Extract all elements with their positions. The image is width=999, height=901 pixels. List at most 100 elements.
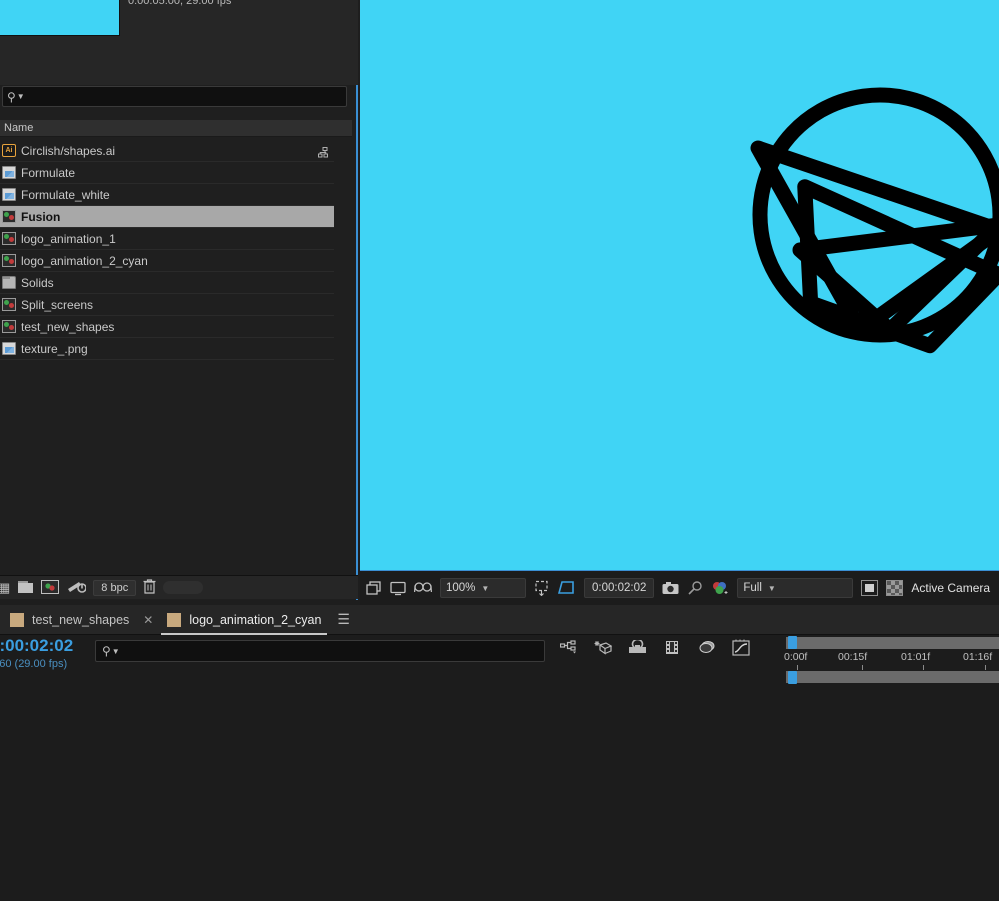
- list-item-label: texture_.png: [21, 341, 88, 356]
- composition-swatch-icon: [167, 612, 182, 627]
- show-snapshot-icon[interactable]: [687, 581, 703, 595]
- toggle-alpha-icon[interactable]: [886, 580, 904, 596]
- list-item-label: Formulate_white: [21, 187, 110, 202]
- composition-icon: [2, 320, 16, 333]
- list-item-label: logo_animation_2_cyan: [21, 253, 148, 268]
- hide-shy-layers-icon[interactable]: [628, 640, 647, 655]
- new-folder-icon[interactable]: [17, 580, 34, 596]
- ruler-label: 0:00f: [784, 651, 808, 663]
- project-panel-footer: ▦ 8 bpc: [0, 575, 358, 599]
- after-effects-window: 0:00:05:00, 29.00 fps ⚲ ▼ Name Ai Circli…: [0, 0, 999, 901]
- list-item-label: Fusion: [21, 209, 61, 224]
- ruler-label: 01:16f: [963, 651, 993, 663]
- list-item[interactable]: Ai Circlish/shapes.ai: [0, 140, 334, 162]
- list-item[interactable]: texture_.png: [0, 338, 334, 360]
- composition-icon: [2, 232, 16, 245]
- project-settings-icon[interactable]: [41, 579, 60, 596]
- mask-visibility-icon[interactable]: [861, 580, 879, 596]
- list-item[interactable]: test_new_shapes: [0, 316, 334, 338]
- resolution-select[interactable]: Full ▼: [737, 578, 854, 598]
- list-item[interactable]: Split_screens: [0, 294, 334, 316]
- tab-label: test_new_shapes: [32, 612, 130, 627]
- project-search-input[interactable]: ⚲ ▼: [2, 86, 347, 107]
- channel-icon[interactable]: [711, 581, 729, 596]
- tab-label: logo_animation_2_cyan: [189, 612, 322, 627]
- bit-depth-button[interactable]: 8 bpc: [93, 579, 137, 596]
- close-icon[interactable]: ✕: [139, 613, 157, 627]
- project-panel-gap: [0, 48, 358, 85]
- project-panel: 0:00:05:00, 29.00 fps ⚲ ▼ Name Ai Circli…: [0, 0, 358, 600]
- list-item-label: Formulate: [21, 165, 76, 180]
- magnification-value: 100%: [446, 582, 476, 594]
- graph-editor-icon[interactable]: [732, 639, 750, 656]
- composition-icon: [2, 210, 16, 223]
- draft-3d-icon[interactable]: [594, 640, 612, 656]
- search-icon: ⚲: [102, 644, 111, 658]
- current-time-indicator-head-2[interactable]: [788, 671, 797, 684]
- snapshot-icon[interactable]: [662, 581, 679, 595]
- project-item-list: Ai Circlish/shapes.ai Formulate Formulat…: [0, 140, 334, 367]
- project-preview-strip: 0:00:05:00, 29.00 fps: [0, 0, 358, 48]
- list-item[interactable]: logo_animation_2_cyan: [0, 250, 334, 272]
- ruler-label: 01:01f: [901, 651, 931, 663]
- composition-icon: [2, 254, 16, 267]
- chevron-down-icon: ▼: [767, 583, 776, 593]
- project-thumbnail: [0, 0, 120, 36]
- current-time-indicator-head[interactable]: [788, 636, 797, 649]
- list-item-label: Circlish/shapes.ai: [21, 143, 116, 158]
- folder-icon: [2, 276, 16, 289]
- current-timecode[interactable]: 0:00:02:02: [0, 636, 73, 656]
- project-column-name-label: Name: [4, 122, 34, 134]
- timeline-tab-bar: test_new_shapes ✕ logo_animation_2_cyan …: [0, 605, 999, 635]
- list-item-label: Split_screens: [21, 297, 94, 312]
- composition-viewer[interactable]: [360, 0, 999, 570]
- list-item-label: Solids: [21, 275, 54, 290]
- list-item-selected[interactable]: Fusion: [0, 206, 334, 228]
- magnification-select[interactable]: 100% ▼: [440, 578, 526, 598]
- transparency-grid-icon[interactable]: [558, 580, 576, 596]
- timeline-ruler[interactable]: 0:00f 00:15f 01:01f 01:16f: [784, 635, 999, 684]
- composition-mini-flowchart-icon[interactable]: [560, 640, 578, 655]
- 3d-glasses-icon[interactable]: [414, 581, 432, 595]
- tab-logo-animation-2-cyan[interactable]: logo_animation_2_cyan: [157, 605, 331, 635]
- image-file-icon: [2, 342, 16, 355]
- delete-icon[interactable]: [143, 579, 156, 596]
- chevron-down-icon: ▼: [481, 583, 490, 593]
- composition-icon: [2, 298, 16, 311]
- ruler-track-top[interactable]: [786, 637, 999, 649]
- list-item-label: logo_animation_1: [21, 231, 116, 246]
- ruler-track-bottom[interactable]: [786, 671, 999, 683]
- project-footer-pill[interactable]: [163, 581, 204, 594]
- always-preview-icon[interactable]: [366, 580, 382, 596]
- image-file-icon: [2, 166, 16, 179]
- timeline-search-input[interactable]: ⚲ ▼: [95, 640, 545, 662]
- new-comp-icon[interactable]: ▦: [0, 581, 10, 594]
- top-area: 0:00:05:00, 29.00 fps ⚲ ▼ Name Ai Circli…: [0, 0, 999, 605]
- list-item[interactable]: logo_animation_1: [0, 228, 334, 250]
- resolution-value: Full: [743, 582, 762, 594]
- timeline-panel: test_new_shapes ✕ logo_animation_2_cyan …: [0, 605, 999, 901]
- camera-view-label[interactable]: Active Camera: [911, 581, 990, 595]
- motion-blur-icon[interactable]: [697, 640, 716, 655]
- timeline-tool-icons: [560, 639, 750, 656]
- frame-blending-icon[interactable]: [663, 640, 681, 656]
- ruler-label: 00:15f: [838, 651, 868, 663]
- ai-file-icon: Ai: [2, 144, 16, 157]
- composition-artwork: [750, 87, 999, 354]
- panel-menu-icon[interactable]: ☰: [331, 611, 356, 628]
- composition-viewer-toolbar: 100% ▼ 0:00:02:02 Full ▼ Active Camera: [360, 570, 999, 605]
- tab-test-new-shapes[interactable]: test_new_shapes: [0, 605, 139, 635]
- ruler-ticks: [786, 665, 999, 670]
- monitor-icon[interactable]: [390, 581, 406, 596]
- interpret-footage-icon[interactable]: [66, 580, 88, 596]
- frame-info: 0060 (29.00 fps): [0, 658, 68, 670]
- chevron-down-icon: ▼: [111, 646, 120, 656]
- list-item[interactable]: Formulate_white: [0, 184, 334, 206]
- ruler-labels: 0:00f 00:15f 01:01f 01:16f: [784, 651, 999, 665]
- list-item[interactable]: Formulate: [0, 162, 334, 184]
- region-of-interest-icon[interactable]: [534, 580, 550, 596]
- list-item-label: test_new_shapes: [21, 319, 115, 334]
- list-item[interactable]: Solids: [0, 272, 334, 294]
- project-column-header[interactable]: Name: [0, 120, 352, 137]
- viewer-timecode[interactable]: 0:00:02:02: [584, 578, 655, 598]
